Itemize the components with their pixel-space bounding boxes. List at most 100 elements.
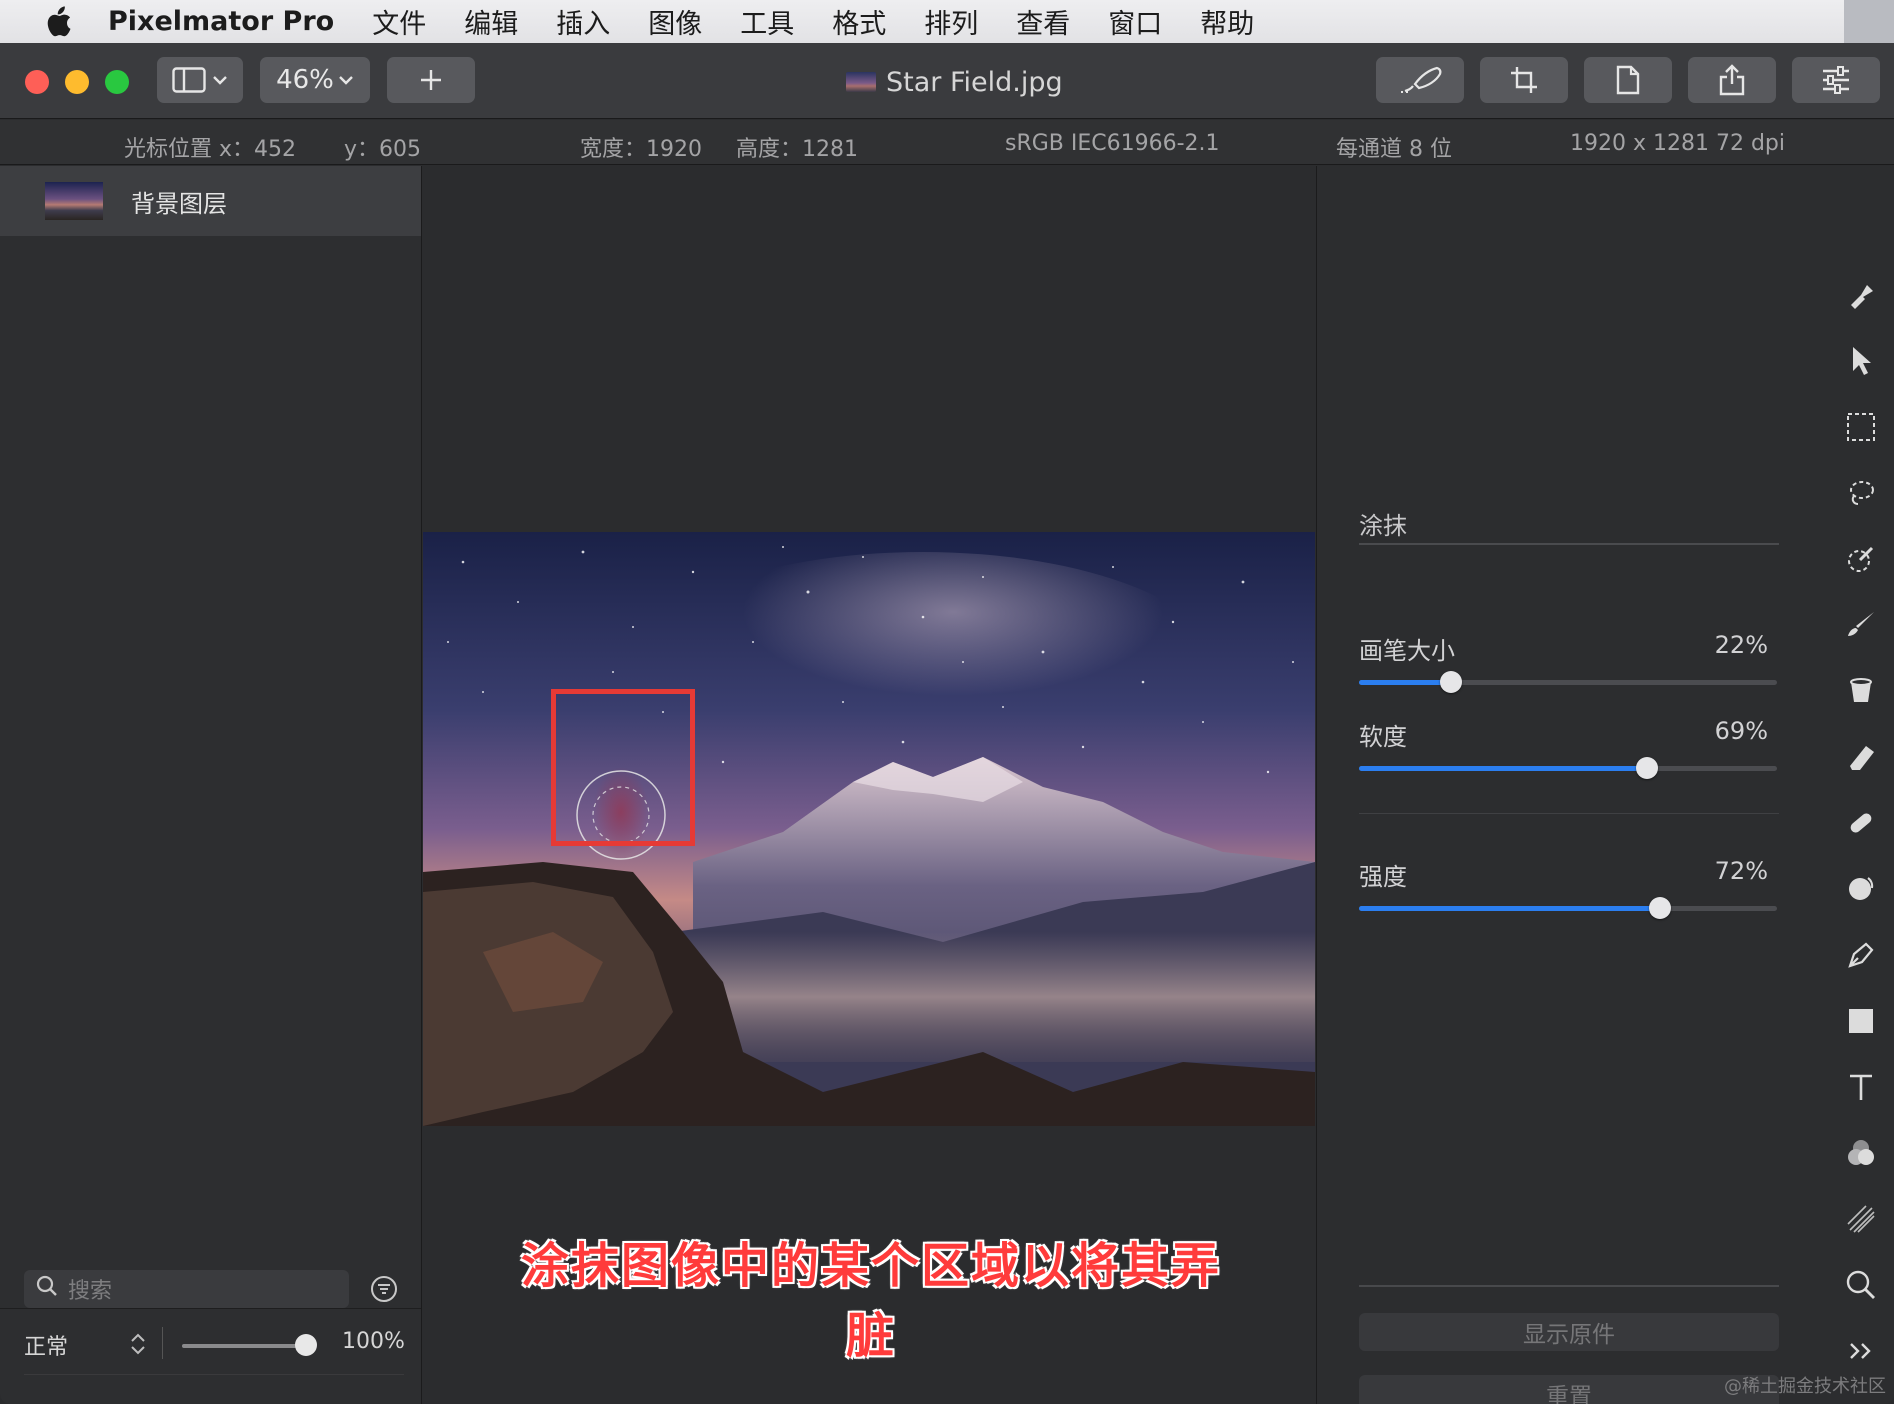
color-adjust-icon[interactable] bbox=[1844, 1136, 1878, 1170]
filter-icon[interactable] bbox=[370, 1275, 398, 1303]
reset-button[interactable]: 重置 bbox=[1359, 1375, 1779, 1404]
layers-sidebar: 背景图层 正常 100% bbox=[0, 166, 422, 1404]
menu-arrange[interactable]: 排列 bbox=[924, 2, 978, 41]
menu-tools[interactable]: 工具 bbox=[740, 2, 794, 41]
toolbar: 46% Star Field.jpg bbox=[0, 43, 1894, 119]
arrange-tool-icon[interactable] bbox=[1844, 344, 1878, 378]
search-icon bbox=[36, 1275, 58, 1303]
retouch-icon[interactable] bbox=[1844, 872, 1878, 906]
up-down-arrows-icon[interactable] bbox=[128, 1331, 148, 1357]
tool-options-panel: 涂抹 画笔大小 22% 软度 69% 强度 72% 显示原件 重置 bbox=[1316, 166, 1826, 1404]
divider bbox=[162, 1327, 163, 1359]
adjustments-button[interactable] bbox=[1792, 57, 1880, 103]
menu-insert[interactable]: 插入 bbox=[556, 2, 610, 41]
caption: 涂抹图像中的某个区域以将其弄脏 bbox=[520, 1238, 1221, 1364]
divider bbox=[1359, 543, 1779, 545]
slider-knob[interactable] bbox=[1648, 897, 1671, 919]
color-profile: sRGB IEC61966-2.1 bbox=[1005, 131, 1220, 156]
menu-image[interactable]: 图像 bbox=[648, 2, 702, 41]
crop-button[interactable] bbox=[1480, 57, 1568, 103]
strength-slider[interactable] bbox=[1359, 897, 1777, 919]
chevron-down-icon bbox=[338, 75, 354, 85]
divider bbox=[24, 1374, 404, 1375]
menu-help[interactable]: 帮助 bbox=[1200, 2, 1254, 41]
slider-knob[interactable] bbox=[1636, 757, 1659, 779]
layer-search-input[interactable]: 搜索 bbox=[24, 1270, 349, 1308]
cursor-x: 光标位置 x：452 bbox=[124, 137, 297, 162]
close-window-button[interactable] bbox=[25, 70, 49, 94]
menu-bar: Pixelmator Pro 文件 编辑 插入 图像 工具 格式 排列 查看 窗… bbox=[0, 0, 1894, 43]
resolution: 1920 x 1281 72 dpi bbox=[1570, 131, 1786, 156]
crop-icon bbox=[1509, 65, 1539, 95]
softness-slider[interactable] bbox=[1359, 757, 1777, 779]
search-placeholder: 搜索 bbox=[68, 1279, 113, 1304]
document-icon bbox=[1616, 65, 1640, 95]
show-original-button[interactable]: 显示原件 bbox=[1359, 1313, 1779, 1351]
type-icon[interactable] bbox=[1844, 1070, 1878, 1104]
softness-value: 69% bbox=[1714, 717, 1768, 745]
slider-fill bbox=[1359, 766, 1648, 771]
style-tool-icon[interactable] bbox=[1844, 278, 1878, 312]
tools-strip bbox=[1826, 166, 1894, 1404]
brush-size-value: 22% bbox=[1714, 631, 1768, 659]
cursor-y: y：605 bbox=[344, 137, 422, 162]
menu-edit[interactable]: 编辑 bbox=[464, 2, 518, 41]
magic-select-icon[interactable] bbox=[1844, 542, 1878, 576]
effects-icon[interactable] bbox=[1844, 1202, 1878, 1236]
rect-select-icon[interactable] bbox=[1844, 410, 1878, 444]
canvas[interactable]: 涂抹图像中的某个区域以将其弄脏 bbox=[423, 166, 1315, 1404]
document-window: 46% Star Field.jpg 光标位置 x：452 y：605 宽度：1… bbox=[0, 43, 1894, 1404]
lasso-select-icon[interactable] bbox=[1844, 476, 1878, 510]
zoom-icon[interactable] bbox=[1844, 1268, 1878, 1302]
info-bar: 光标位置 x：452 y：605 宽度：1920 高度：1281 sRGB IE… bbox=[0, 120, 1894, 165]
menu-file[interactable]: 文件 bbox=[372, 2, 426, 41]
fill-bucket-icon[interactable] bbox=[1844, 674, 1878, 708]
shape-icon[interactable] bbox=[1844, 1004, 1878, 1038]
zoom-window-button[interactable] bbox=[105, 70, 129, 94]
layer-controls: 正常 100% bbox=[0, 1308, 421, 1404]
image-width: 宽度：1920 bbox=[580, 137, 702, 162]
strength-label: 强度 bbox=[1359, 863, 1407, 891]
layer-name: 背景图层 bbox=[131, 189, 227, 218]
format-button[interactable] bbox=[1584, 57, 1672, 103]
app-menu[interactable]: Pixelmator Pro bbox=[108, 6, 334, 37]
document-thumbnail bbox=[846, 72, 876, 92]
sliders-icon bbox=[1821, 66, 1851, 94]
add-button[interactable] bbox=[387, 57, 475, 103]
menu-format[interactable]: 格式 bbox=[832, 2, 886, 41]
brush-size-slider[interactable] bbox=[1359, 671, 1777, 693]
layer-item[interactable]: 背景图层 bbox=[0, 166, 421, 236]
watermark: @稀土掘金技术社区 bbox=[1724, 1376, 1886, 1397]
share-button[interactable] bbox=[1688, 57, 1776, 103]
bit-depth: 每通道 8 位 bbox=[1336, 137, 1452, 162]
divider bbox=[1359, 1285, 1779, 1287]
slider-fill bbox=[1359, 906, 1660, 911]
softness-label: 软度 bbox=[1359, 723, 1407, 751]
eraser-icon[interactable] bbox=[1844, 740, 1878, 774]
minimize-window-button[interactable] bbox=[65, 70, 89, 94]
opacity-value: 100% bbox=[342, 1329, 405, 1354]
tools-button[interactable] bbox=[1376, 57, 1464, 103]
apple-menu-icon[interactable] bbox=[38, 2, 78, 42]
divider bbox=[1359, 813, 1779, 814]
opacity-slider[interactable] bbox=[182, 1344, 306, 1348]
opacity-slider-knob[interactable] bbox=[295, 1334, 317, 1356]
menu-window[interactable]: 窗口 bbox=[1108, 2, 1162, 41]
tool-title: 涂抹 bbox=[1359, 512, 1407, 540]
menubar-status-area bbox=[1844, 0, 1894, 43]
more-tools-icon[interactable] bbox=[1844, 1334, 1878, 1368]
blend-mode-select[interactable]: 正常 bbox=[24, 1329, 68, 1361]
highlight-frame bbox=[551, 689, 695, 846]
paint-brush-icon[interactable] bbox=[1844, 608, 1878, 642]
menu-view[interactable]: 查看 bbox=[1016, 2, 1070, 41]
repair-icon[interactable] bbox=[1844, 806, 1878, 840]
sidebar-toggle-button[interactable] bbox=[157, 57, 243, 103]
zoom-level: 46% bbox=[276, 65, 334, 95]
pen-icon[interactable] bbox=[1844, 938, 1878, 972]
image-height: 高度：1281 bbox=[736, 137, 858, 162]
slider-fill bbox=[1359, 680, 1451, 685]
zoom-menu-button[interactable]: 46% bbox=[260, 57, 370, 103]
layer-thumbnail bbox=[45, 182, 103, 220]
slider-knob[interactable] bbox=[1439, 671, 1462, 693]
document-name: Star Field.jpg bbox=[886, 66, 1063, 98]
